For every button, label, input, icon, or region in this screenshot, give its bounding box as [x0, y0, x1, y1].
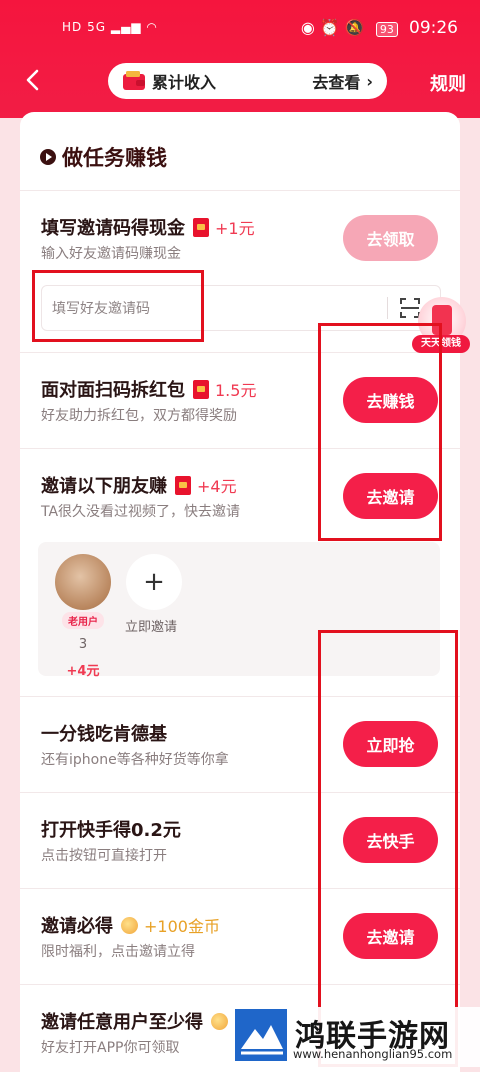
- task-subtitle: TA很久没看过视频了，快去邀请: [41, 504, 241, 520]
- section-header: 做任务赚钱: [40, 142, 167, 172]
- play-circle-icon: [40, 149, 56, 165]
- rules-link[interactable]: 规则: [430, 70, 466, 96]
- task-title-text: 邀请必得: [41, 916, 113, 937]
- battery-indicator: 93: [375, 22, 398, 37]
- watermark-logo-icon: [235, 1009, 287, 1061]
- divider: [387, 297, 388, 319]
- view-income-link[interactable]: 去查看: [312, 69, 360, 93]
- task-title-text: 打开快手得0.2元: [41, 820, 181, 841]
- task-title: 邀请以下朋友赚 +4元: [41, 472, 237, 498]
- task-title: 面对面扫码拆红包 1.5元: [41, 376, 256, 402]
- site-watermark: 鸿联手游网 www.henanhonglian95.com: [233, 1007, 480, 1067]
- wallet-icon: [123, 71, 145, 90]
- task-title-text: 一分钱吃肯德基: [41, 724, 167, 745]
- status-right: ◉ ⏰ 🔕 93 09:26: [301, 18, 458, 38]
- task-title-text: 邀请任意用户至少得: [41, 1012, 203, 1033]
- invite-now-label: 立即邀请: [124, 620, 177, 635]
- red-envelope-icon: [193, 379, 209, 399]
- plus-icon[interactable]: +: [126, 554, 182, 610]
- task-title-text: 邀请以下朋友赚: [41, 476, 167, 497]
- task-subtitle: 还有iphone等各种好货等你拿: [41, 752, 229, 768]
- annotation-box: [32, 270, 204, 342]
- annotation-box: [318, 323, 442, 541]
- task-subtitle: 输入好友邀请码赚现金: [41, 246, 181, 262]
- annotation-box: [318, 630, 458, 1067]
- task-reward: 1.5元: [215, 381, 257, 400]
- old-user-badge: 老用户: [62, 612, 104, 629]
- task-title: 打开快手得0.2元: [41, 816, 181, 842]
- task-subtitle: 点击按钮可直接打开: [41, 848, 167, 864]
- task-subtitle: 好友助力拆红包，双方都得奖励: [41, 408, 237, 424]
- task-title: 邀请任意用户至少得: [41, 1008, 228, 1034]
- clock: 09:26: [409, 18, 458, 38]
- gold-coin-icon: [121, 916, 138, 934]
- network-label: HD 5G: [62, 20, 107, 34]
- friend-card[interactable]: 老用户 3 +4元: [53, 554, 113, 679]
- invite-now-button[interactable]: + 立即邀请: [125, 554, 182, 635]
- section-title: 做任务赚钱: [62, 146, 167, 170]
- task-subtitle: 限时福利，点击邀请立得: [41, 944, 195, 960]
- task-title: 一分钱吃肯德基: [41, 720, 167, 746]
- income-label: 累计收入: [152, 73, 217, 92]
- friend-count: 3: [78, 637, 88, 652]
- status-bar: HD 5G ▂▄▆ ◠ ◉ ⏰ 🔕 93 09:26: [0, 0, 480, 58]
- task-title-text: 面对面扫码拆红包: [41, 380, 185, 401]
- task-reward: +4元: [197, 477, 237, 496]
- gold-coin-icon: [211, 1012, 228, 1030]
- cumulative-income-pill[interactable]: 累计收入 去查看 ›: [108, 63, 387, 99]
- task-title-text: 填写邀请码得现金: [41, 218, 185, 239]
- watermark-url: www.henanhonglian95.com: [293, 1047, 453, 1061]
- claim-button[interactable]: 去领取: [343, 215, 438, 261]
- mute-icon: 🔕: [344, 18, 365, 37]
- wifi-icon: ◠: [146, 20, 158, 34]
- alarm-icon: ⏰: [319, 18, 340, 37]
- task-reward: +100金币: [144, 917, 220, 936]
- divider: [20, 190, 460, 191]
- chevron-right-icon: ›: [366, 71, 373, 91]
- task-reward: +1元: [215, 219, 255, 238]
- signal-icon: ▂▄▆: [110, 20, 147, 34]
- red-envelope-icon: [193, 217, 209, 237]
- network-indicator: HD 5G ▂▄▆ ◠: [62, 20, 158, 34]
- eye-icon: ◉: [300, 18, 315, 37]
- red-envelope-icon: [175, 475, 191, 495]
- task-subtitle: 好友打开APP你可领取: [41, 1040, 180, 1056]
- friend-reward: +4元: [66, 664, 100, 679]
- avatar: [55, 554, 111, 610]
- back-icon[interactable]: [22, 68, 46, 92]
- task-title: 邀请必得 +100金币: [41, 912, 220, 938]
- task-title: 填写邀请码得现金 +1元: [41, 214, 255, 240]
- top-header: HD 5G ▂▄▆ ◠ ◉ ⏰ 🔕 93 09:26 累计收入 去查看 › 规则: [0, 0, 480, 118]
